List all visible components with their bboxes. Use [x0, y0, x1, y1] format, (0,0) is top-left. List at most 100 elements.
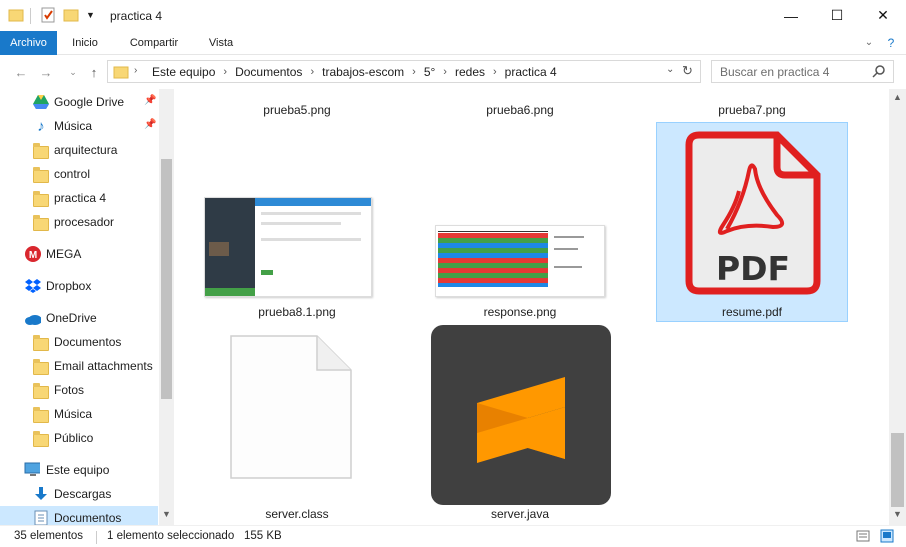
forward-arrow-icon[interactable]: → [37, 63, 55, 81]
nav-scrollbar[interactable]: ▼ [159, 89, 174, 525]
chevron-right-icon[interactable]: › [408, 66, 420, 78]
tab-inicio[interactable]: Inicio [62, 31, 108, 55]
navigation-bar: ← → ⌄ ↑ › Este equipo › Documentos › tra… [0, 55, 906, 89]
sidebar-item-procesador[interactable]: procesador [0, 210, 158, 234]
file-name: resume.pdf [721, 305, 783, 319]
sidebar-item-documentos-pc[interactable]: Documentos [0, 506, 158, 525]
sublime-text-icon [431, 325, 611, 505]
folder-icon [113, 64, 129, 83]
sidebar-item-label: Público [54, 431, 94, 445]
sidebar-item-practica-4[interactable]: practica 4 [0, 186, 158, 210]
file-name: server.class [265, 507, 329, 521]
customize-toolbar-icon[interactable]: ▼ [86, 10, 95, 28]
chevron-right-icon[interactable]: › [134, 65, 137, 76]
file-name: response.png [483, 305, 557, 319]
recent-locations-icon[interactable]: ⌄ [64, 63, 82, 81]
sidebar-item-label: Documentos [54, 511, 122, 525]
tab-vista[interactable]: Vista [198, 31, 244, 55]
chevron-down-icon[interactable]: ▼ [893, 509, 902, 519]
up-arrow-icon[interactable]: ↑ [85, 63, 103, 81]
chevron-right-icon[interactable]: › [439, 66, 451, 78]
breadcrumb-5[interactable]: 5° [420, 65, 439, 79]
sidebar-item-publico[interactable]: Público [0, 426, 158, 450]
sidebar-item-label: Documentos [54, 335, 122, 349]
search-input[interactable]: Buscar en practica 4 [711, 60, 894, 83]
sidebar-item-fotos[interactable]: Fotos [0, 378, 158, 402]
sidebar-item-control[interactable]: control [0, 162, 158, 186]
sidebar-item-google-drive[interactable]: Google Drive 📌 [0, 90, 158, 114]
chevron-down-icon[interactable]: ⌄ [666, 64, 674, 75]
sidebar-item-label: practica 4 [54, 191, 107, 205]
chevron-right-icon[interactable]: › [306, 66, 318, 78]
search-placeholder: Buscar en practica 4 [720, 65, 830, 79]
chevron-up-icon[interactable]: ▲ [893, 92, 902, 102]
sidebar-item-email-attachments[interactable]: Email attachments [0, 354, 158, 378]
sidebar-item-musica-onedrive[interactable]: Música [0, 402, 158, 426]
title-bar: ▼ practica 4 — ☐ ✕ [0, 0, 906, 31]
sidebar-item-documentos[interactable]: Documentos [0, 330, 158, 354]
search-icon[interactable] [872, 64, 886, 81]
pin-icon[interactable]: 📌 [144, 119, 156, 130]
file-thumbnail [435, 225, 605, 297]
svg-text:M: M [29, 250, 37, 261]
minimize-button[interactable]: — [768, 0, 814, 31]
dropbox-icon [25, 278, 41, 294]
breadcrumb-practica-4[interactable]: practica 4 [501, 65, 561, 79]
file-tile-selected[interactable]: PDF resume.pdf [656, 122, 848, 322]
sidebar-item-label: Descargas [54, 487, 112, 501]
breadcrumb-este-equipo[interactable]: Este equipo [148, 65, 219, 79]
file-tile[interactable]: server.class [201, 324, 393, 524]
close-button[interactable]: ✕ [860, 0, 906, 31]
music-icon: ♪ [37, 117, 45, 135]
chevron-right-icon[interactable]: › [489, 66, 501, 78]
status-bar: 35 elementos 1 elemento seleccionado 155… [0, 525, 906, 547]
folder-icon [33, 166, 49, 184]
sidebar-item-mega[interactable]: M MEGA [0, 242, 158, 266]
pin-icon[interactable]: 📌 [144, 95, 156, 106]
maximize-button[interactable]: ☐ [814, 0, 860, 31]
new-folder-icon[interactable] [63, 7, 79, 25]
google-drive-icon [33, 94, 49, 110]
details-view-icon[interactable] [856, 529, 870, 546]
refresh-icon[interactable]: ↻ [682, 63, 693, 79]
file-tile[interactable]: server.java [424, 324, 616, 524]
back-arrow-icon[interactable]: ← [12, 63, 30, 81]
breadcrumb-documentos[interactable]: Documentos [231, 65, 306, 79]
tab-compartir[interactable]: Compartir [118, 31, 190, 55]
file-name: prueba8.1.png [258, 305, 336, 319]
sidebar-item-descargas[interactable]: Descargas [0, 482, 158, 506]
pdf-badge: PDF [715, 249, 791, 288]
file-tile[interactable]: prueba8.1.png [201, 122, 393, 322]
sidebar-item-este-equipo[interactable]: Este equipo [0, 458, 158, 482]
sidebar-item-onedrive[interactable]: OneDrive [0, 306, 158, 330]
breadcrumb-trabajos-escom[interactable]: trabajos-escom [318, 65, 408, 79]
tab-archivo[interactable]: Archivo [0, 31, 57, 55]
sidebar-item-dropbox[interactable]: Dropbox [0, 274, 158, 298]
sidebar-item-musica[interactable]: ♪ Música 📌 [0, 114, 158, 138]
sidebar-item-label: procesador [54, 215, 115, 229]
selection-info: 1 elemento seleccionado [107, 530, 235, 542]
sidebar-item-label: OneDrive [46, 311, 97, 325]
sidebar-item-label: Email attachments [54, 359, 153, 373]
content-scrollbar[interactable]: ▲ ▼ [889, 89, 906, 525]
chevron-down-icon[interactable]: ▼ [162, 509, 171, 519]
chevron-down-icon[interactable]: ⌄ [860, 31, 878, 55]
sidebar-item-label: Música [54, 119, 93, 133]
sidebar-item-arquitectura[interactable]: arquitectura [0, 138, 158, 162]
address-bar[interactable]: › Este equipo › Documentos › trabajos-es… [107, 60, 701, 83]
breadcrumb-redes[interactable]: redes [451, 65, 489, 79]
chevron-right-icon[interactable]: › [219, 66, 231, 78]
file-grid: prueba5.png prueba6.png prueba7.png prue… [175, 89, 889, 525]
file-name: prueba5.png [263, 103, 331, 117]
help-icon[interactable]: ? [882, 31, 900, 55]
file-tile[interactable]: response.png [424, 122, 616, 322]
large-icons-view-icon[interactable] [880, 529, 894, 546]
properties-icon[interactable] [40, 7, 56, 25]
folder-icon [33, 334, 49, 352]
sidebar-item-label: Google Drive [54, 95, 125, 109]
file-name: prueba7.png [718, 103, 786, 117]
folder-icon [33, 382, 49, 400]
scrollbar-thumb[interactable] [161, 159, 172, 399]
folder-icon [33, 214, 49, 232]
scrollbar-thumb[interactable] [891, 433, 904, 507]
